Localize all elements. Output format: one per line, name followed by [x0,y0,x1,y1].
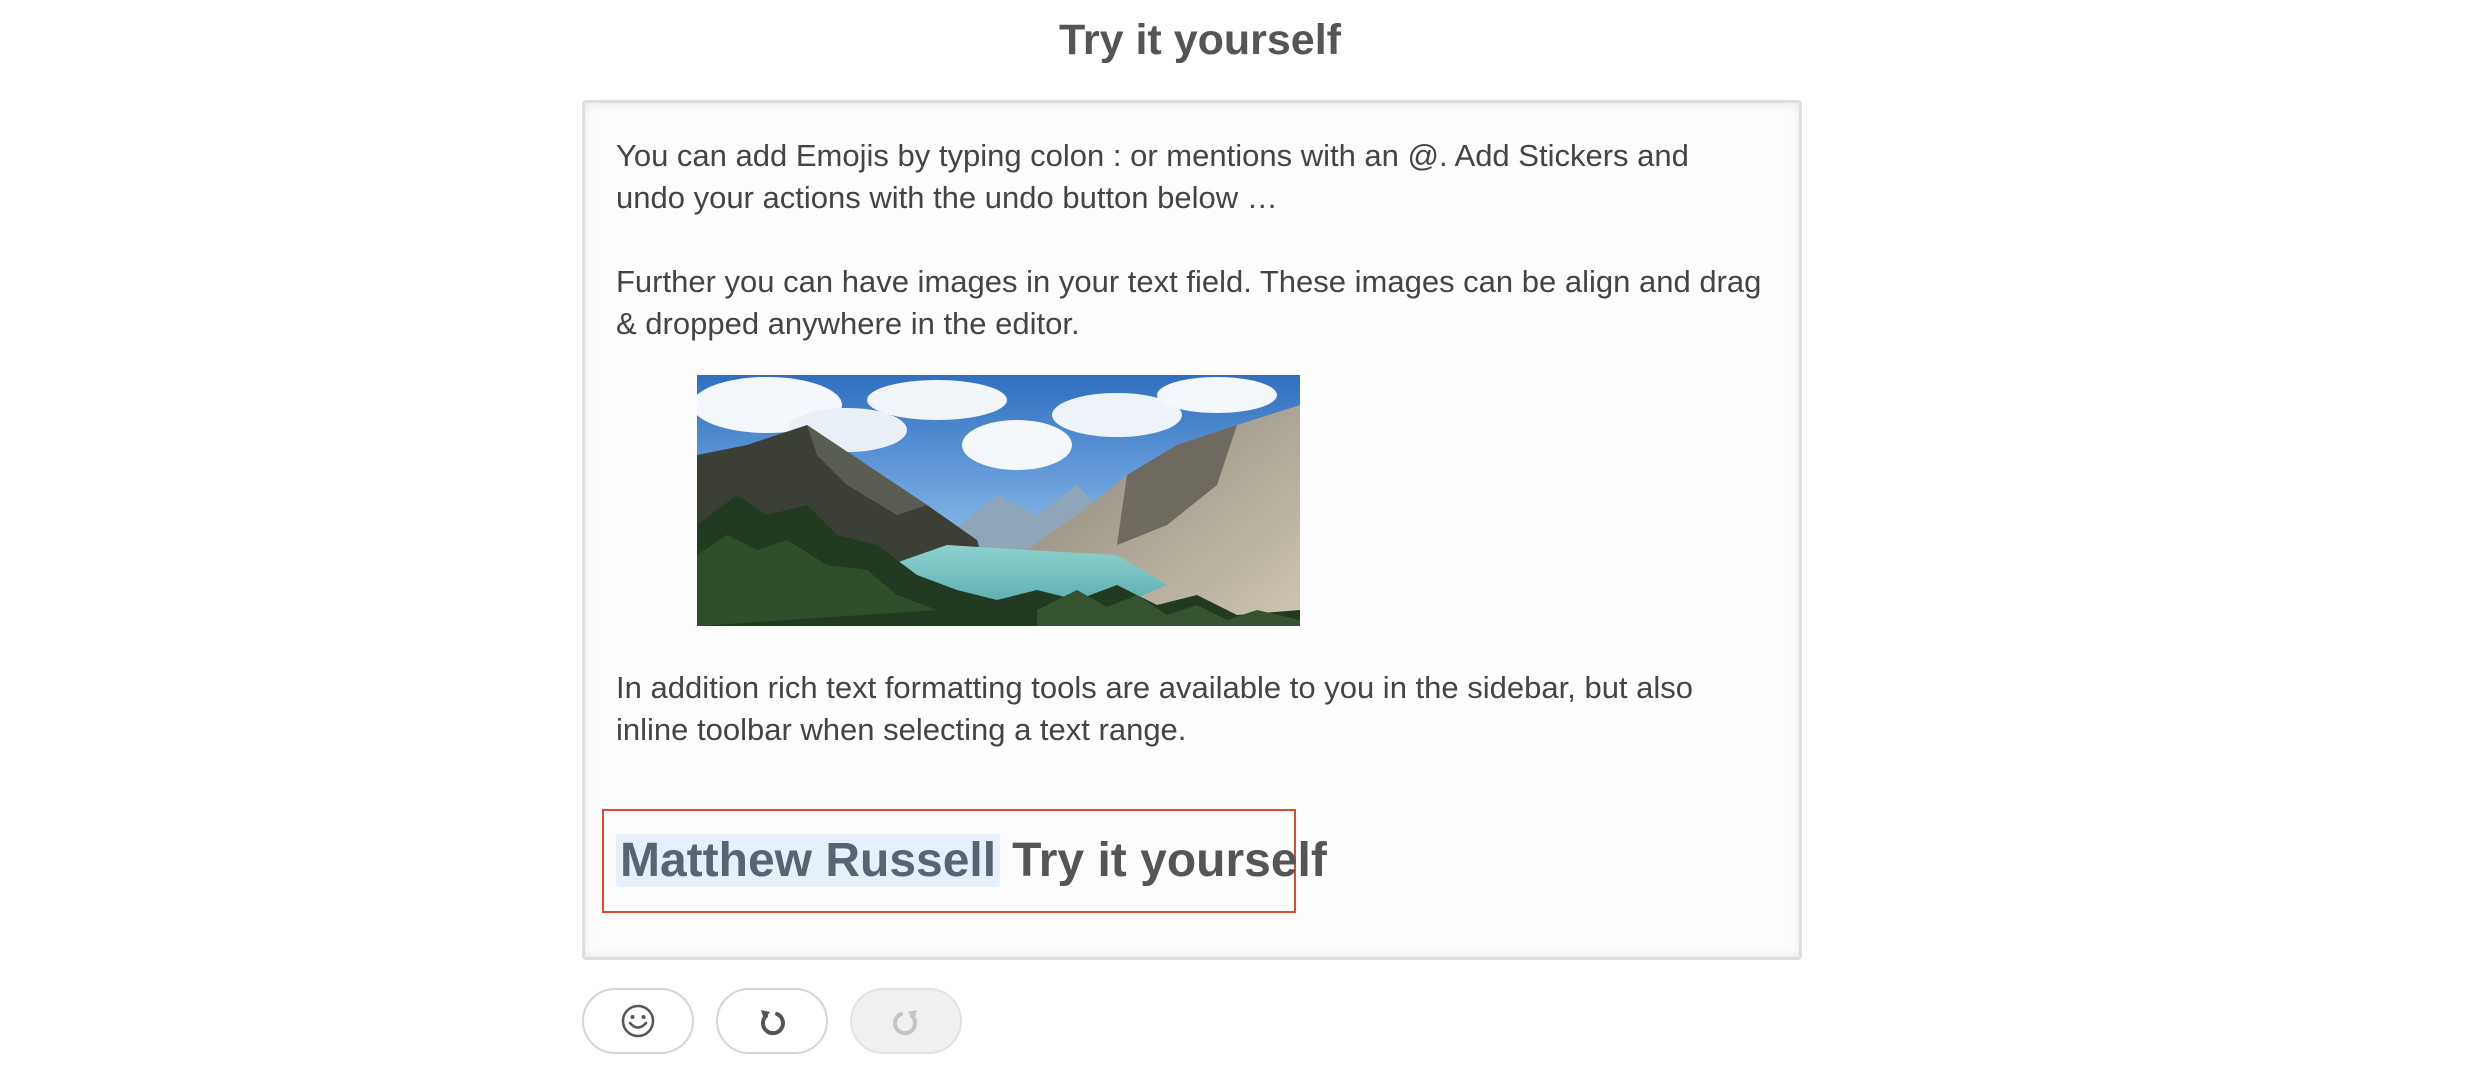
redo-button[interactable] [850,988,962,1054]
editor-image-mountain-lake[interactable] [697,375,1300,626]
redo-icon [893,1010,918,1036]
page: Try it yourself You can add Emojis by ty… [0,0,2486,1066]
page-title: Try it yourself [1059,16,1341,64]
emoji-icon [621,1004,655,1038]
emoji-button[interactable] [582,988,694,1054]
heading-text[interactable]: Try it yourself [1012,834,1327,887]
editor-paragraph-formatting[interactable]: In addition rich text formatting tools a… [616,667,1766,751]
editor-paragraph-images[interactable]: Further you can have images in your text… [616,261,1766,345]
selected-heading-block[interactable]: Matthew Russell Try it yourself [602,809,1327,913]
landscape-image [697,375,1300,626]
heading-line[interactable]: Matthew Russell Try it yourself [616,831,1327,891]
undo-icon [760,1010,785,1036]
rich-text-editor[interactable]: You can add Emojis by typing colon : or … [582,100,1802,960]
undo-button[interactable] [716,988,828,1054]
mention-chip[interactable]: Matthew Russell [616,834,1001,887]
editor-paragraph-emojis[interactable]: You can add Emojis by typing colon : or … [616,135,1766,219]
